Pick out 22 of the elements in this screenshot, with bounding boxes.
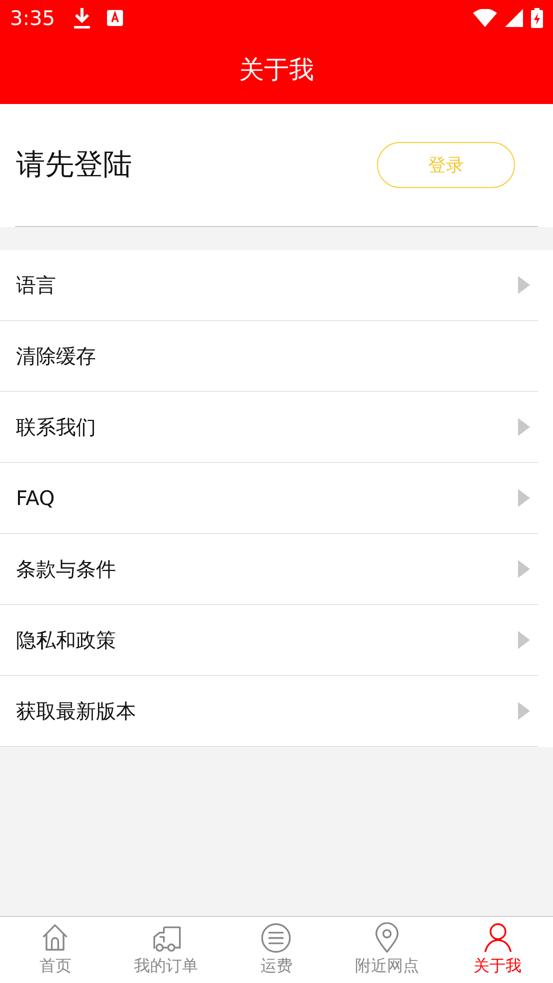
wifi-icon (473, 8, 497, 26)
menu-item[interactable]: 获取最新版本 (0, 676, 538, 747)
person-icon (482, 922, 514, 954)
battery-icon (531, 8, 543, 28)
menu-item[interactable]: 联系我们 (0, 392, 538, 463)
tab-bar-item[interactable]: 我的订单 (110, 917, 222, 983)
tab-bar-item[interactable]: 关于我 (442, 917, 553, 983)
menu-item[interactable]: 条款与条件 (0, 534, 538, 605)
tab-bar-item[interactable]: 附近网点 (332, 917, 442, 983)
signal-icon (505, 8, 523, 26)
menu-item[interactable]: 隐私和政策 (0, 605, 538, 676)
list-icon (260, 922, 292, 954)
menu-item[interactable]: FAQ (0, 463, 538, 534)
tab-bar-item[interactable]: 运费 (221, 917, 332, 983)
tab-bar-item[interactable]: 首页 (0, 917, 111, 983)
app-notification-icon (106, 10, 123, 26)
menu-item[interactable]: 清除缓存 (0, 321, 538, 392)
download-icon (72, 6, 91, 28)
menu-item[interactable]: 语言 (0, 250, 538, 321)
page-title: 关于我 (0, 35, 553, 104)
login-prompt: 请先登陆 (16, 146, 132, 184)
status-time: 3:35 (10, 4, 55, 32)
